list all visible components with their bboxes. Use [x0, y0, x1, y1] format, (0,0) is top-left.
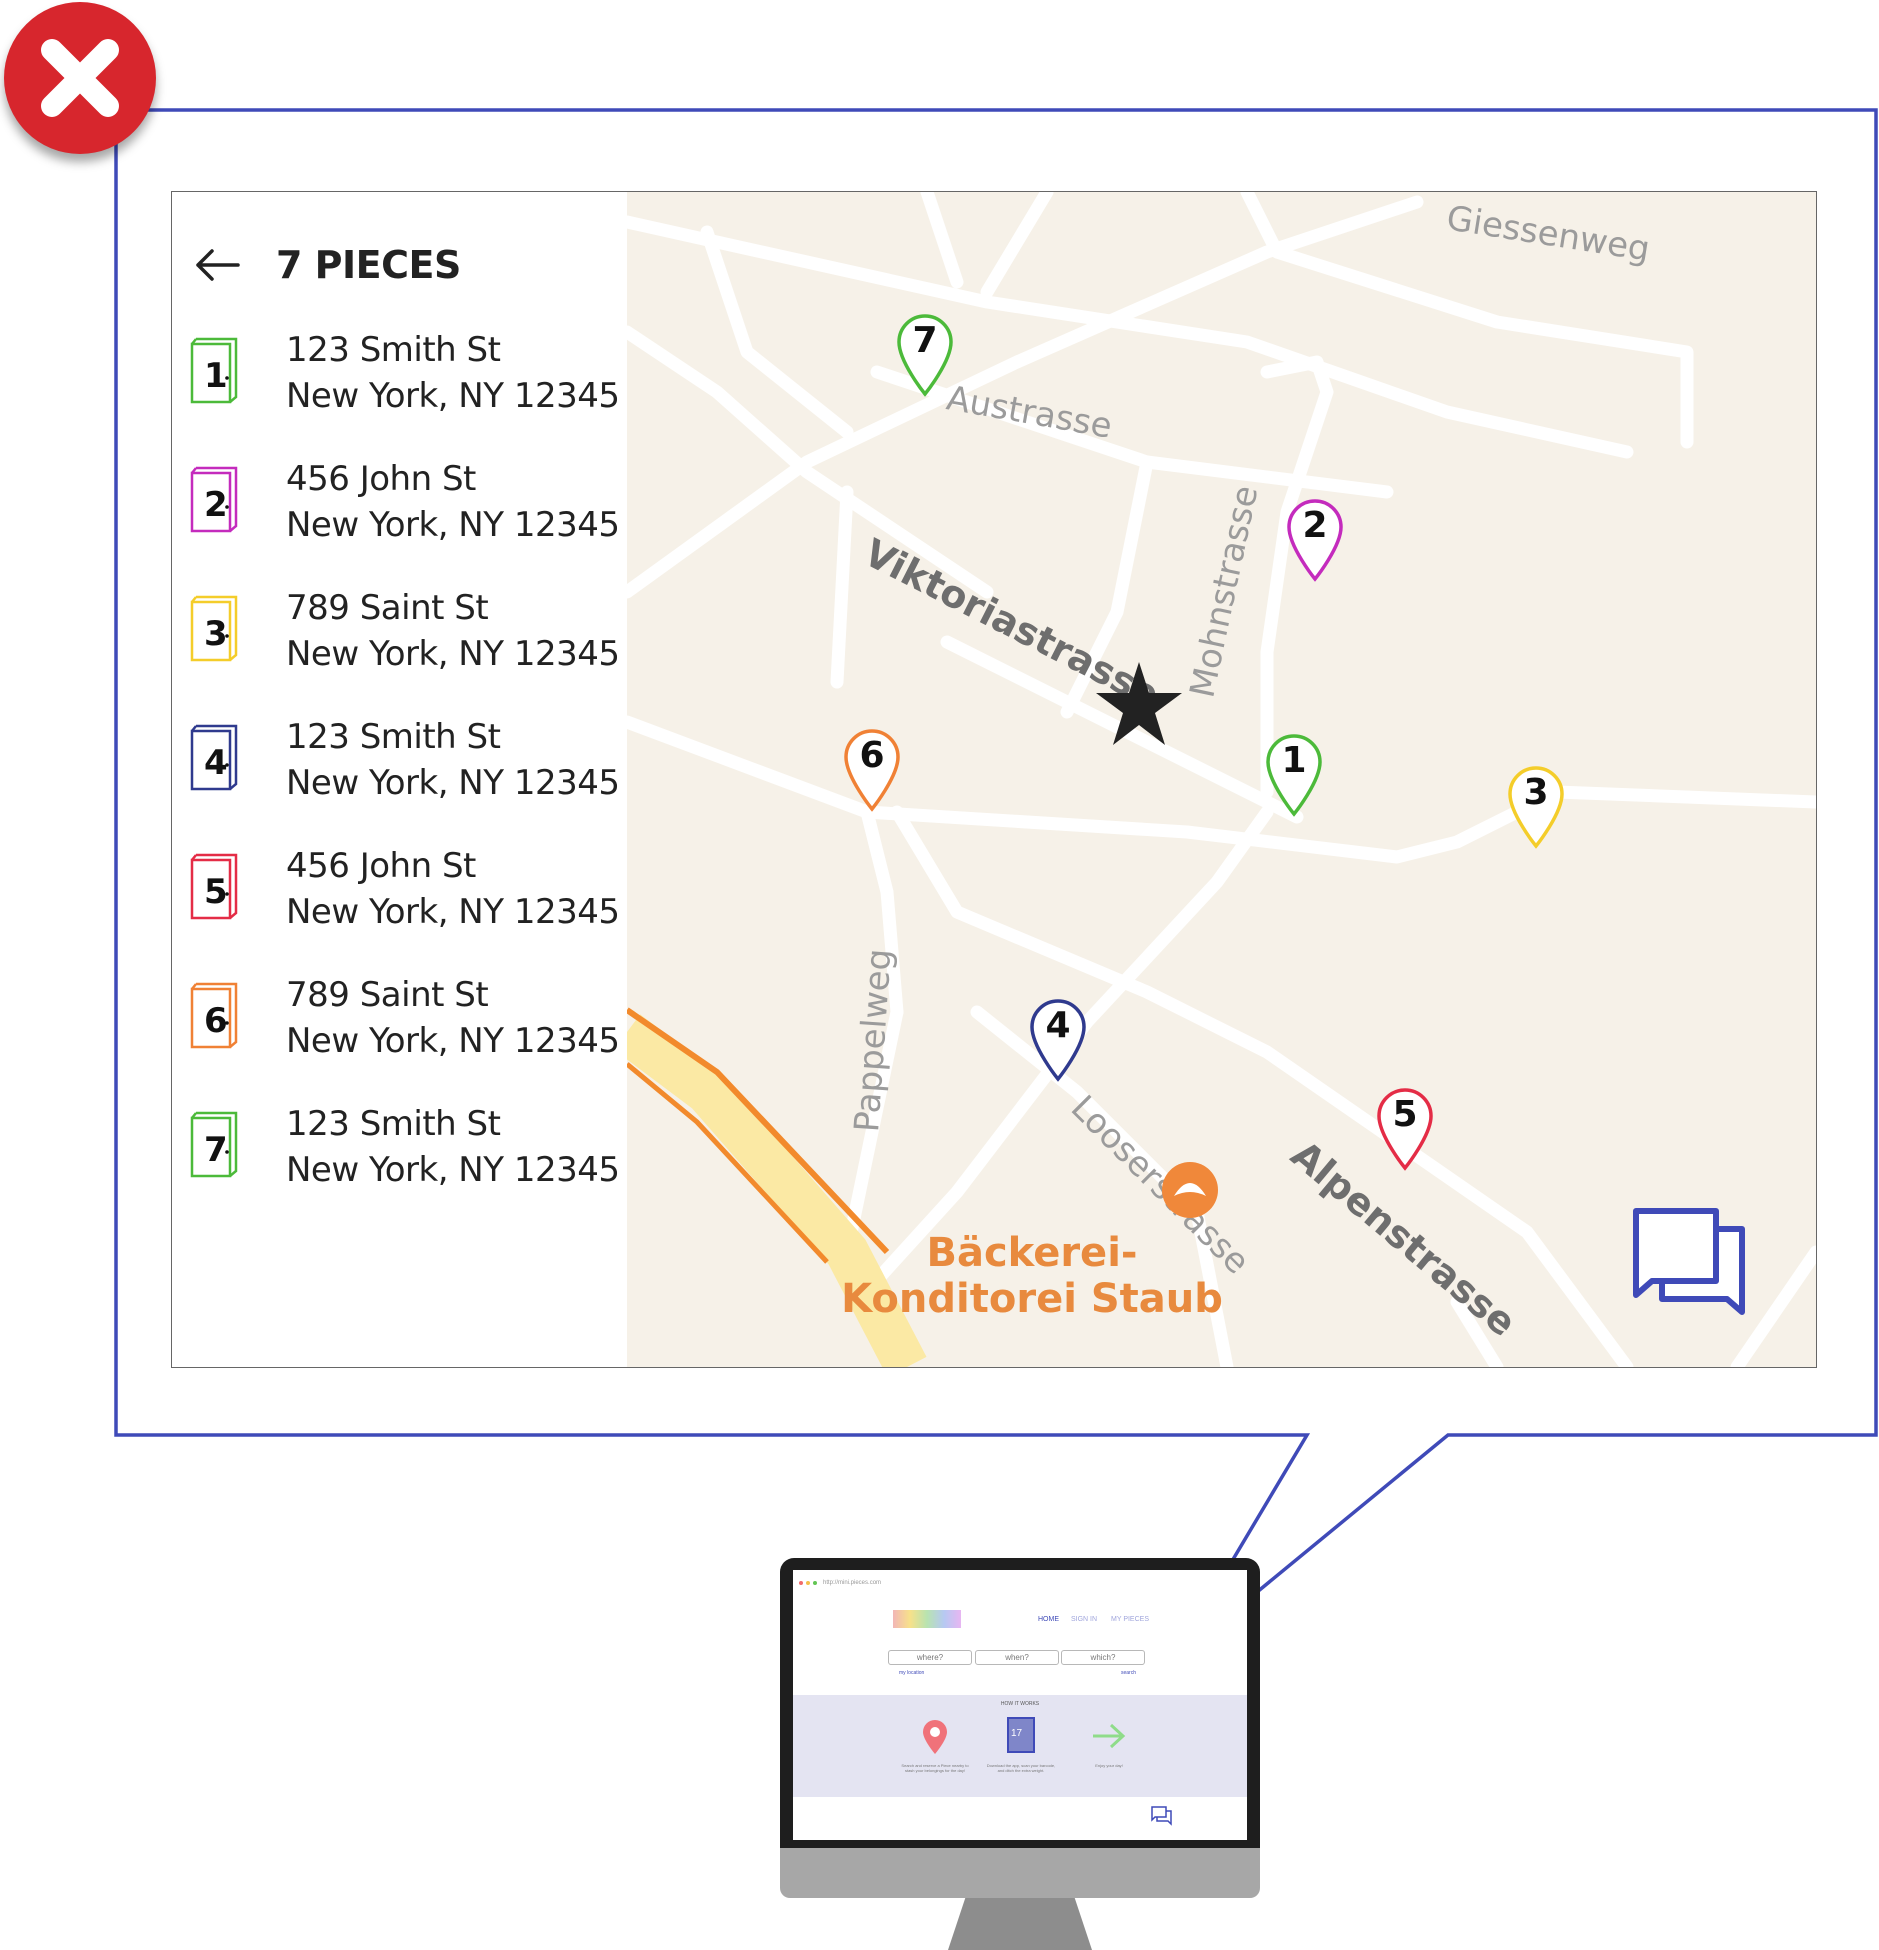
croissant-icon[interactable] — [1162, 1162, 1218, 1218]
error-x-icon — [41, 39, 119, 117]
mini-nav-sign-in: SIGN IN — [1071, 1616, 1098, 1623]
arrow-left-icon[interactable] — [192, 247, 242, 283]
locker-number: 1 — [204, 356, 228, 396]
mini-my-location: my location — [899, 1670, 925, 1676]
map-pin-7[interactable]: 7 — [896, 312, 954, 398]
locker-number: 6 — [204, 1001, 228, 1041]
locker-label: 17 — [1011, 1728, 1023, 1739]
piece-street: 456 John St — [286, 846, 476, 886]
mini-nav-home: HOME — [1038, 1616, 1059, 1623]
list-item[interactable]: 4 123 Smith St New York, NY 12345 — [190, 714, 620, 843]
error-badge — [4, 2, 156, 154]
locker-outline: 5 — [190, 853, 238, 920]
piece-city: New York, NY 12345 — [286, 1150, 620, 1190]
map-pin-2[interactable]: 2 — [1286, 497, 1344, 583]
locker-number: 2 — [204, 485, 228, 525]
pieces-sidebar: 7 PIECES 1 123 Smith St New York, NY 123… — [172, 192, 627, 1367]
how-it-works-title: HOW IT WORKS — [1000, 1701, 1040, 1707]
map-roads — [627, 192, 1816, 1367]
piece-street: 789 Saint St — [286, 588, 489, 628]
star-icon — [1095, 662, 1183, 746]
poi-bakery-label[interactable]: Bäckerei- Konditorei Staub — [832, 1230, 1232, 1322]
desktop-monitor: http://mini.pieces.com HOME SIGN IN MY P… — [780, 1558, 1260, 1950]
chat-bubbles-icon — [1151, 1806, 1172, 1826]
step-3-text: Enjoy your day! — [1095, 1763, 1123, 1768]
piece-city: New York, NY 12345 — [286, 892, 620, 932]
list-item[interactable]: 2 456 John St New York, NY 12345 — [190, 456, 620, 585]
locker-icon: 4 — [190, 722, 240, 792]
mini-nav-my-pieces: MY PIECES — [1111, 1616, 1149, 1623]
pieces-list: 1 123 Smith St New York, NY 12345 2 456 … — [190, 327, 620, 1230]
page-title: 7 PIECES — [276, 243, 461, 287]
piece-street: 123 Smith St — [286, 330, 501, 370]
locker-number: 3 — [204, 614, 228, 654]
locker-icon: 2 — [190, 464, 240, 534]
mini-url: http://mini.pieces.com — [823, 1580, 882, 1586]
locker-outline: 7 — [190, 1111, 238, 1178]
list-item[interactable]: 6 789 Saint St New York, NY 12345 — [190, 972, 620, 1101]
list-item[interactable]: 5 456 John St New York, NY 12345 — [190, 843, 620, 972]
map-panel: 7 PIECES 1 123 Smith St New York, NY 123… — [171, 191, 1817, 1368]
map-view[interactable]: Giessenweg Austrasse Viktoriastrasse Moh… — [627, 192, 1816, 1367]
piece-city: New York, NY 12345 — [286, 1021, 620, 1061]
list-item[interactable]: 3 789 Saint St New York, NY 12345 — [190, 585, 620, 714]
arrow-right-icon — [1093, 1723, 1126, 1749]
locker-icon: 6 — [190, 980, 240, 1050]
map-pin-5[interactable]: 5 — [1376, 1086, 1434, 1172]
locker-icon: 5 — [190, 851, 240, 921]
locker-outline: 2 — [190, 466, 238, 533]
list-item[interactable]: 7 123 Smith St New York, NY 12345 — [190, 1101, 620, 1230]
step-2-text: Download the app, scan your barcode, and… — [986, 1763, 1056, 1773]
window-maximize-dot — [813, 1581, 817, 1585]
window-minimize-dot — [806, 1581, 810, 1585]
map-pin-1[interactable]: 1 — [1265, 732, 1323, 818]
piece-street: 123 Smith St — [286, 717, 501, 757]
mini-where-field: where? — [888, 1650, 972, 1665]
piece-street: 456 John St — [286, 459, 476, 499]
map-pin-3[interactable]: 3 — [1507, 764, 1565, 850]
locker-icon: 1 — [190, 335, 240, 405]
piece-city: New York, NY 12345 — [286, 634, 620, 674]
locker-outline: 3 — [190, 595, 238, 662]
map-pin-4[interactable]: 4 — [1029, 997, 1087, 1083]
piece-city: New York, NY 12345 — [286, 763, 620, 803]
piece-city: New York, NY 12345 — [286, 505, 620, 545]
locker-outline: 1 — [190, 337, 238, 404]
piece-street: 789 Saint St — [286, 975, 489, 1015]
locker-outline: 6 — [190, 982, 238, 1049]
monitor-stand — [948, 1898, 1092, 1950]
step-1-text: Search and reserve a Piece nearby to sta… — [901, 1763, 969, 1773]
piece-street: 123 Smith St — [286, 1104, 501, 1144]
locker-outline: 4 — [190, 724, 238, 791]
locker-number: 7 — [204, 1130, 228, 1170]
mini-which-field: which? — [1061, 1650, 1145, 1665]
map-pin-icon — [923, 1720, 947, 1754]
piece-city: New York, NY 12345 — [286, 376, 620, 416]
map-pin-6[interactable]: 6 — [843, 727, 901, 813]
chat-bubbles-icon[interactable] — [1632, 1207, 1747, 1322]
site-logo — [893, 1610, 961, 1628]
locker-number: 5 — [204, 872, 228, 912]
mini-search-link: search — [1121, 1670, 1137, 1676]
window-close-dot — [799, 1581, 803, 1585]
locker-icon: 7 — [190, 1109, 240, 1179]
sidebar-header: 7 PIECES — [192, 240, 461, 290]
monitor-screen: http://mini.pieces.com HOME SIGN IN MY P… — [793, 1570, 1247, 1840]
mini-when-field: when? — [975, 1650, 1059, 1665]
list-item[interactable]: 1 123 Smith St New York, NY 12345 — [190, 327, 620, 456]
locker-number: 4 — [204, 743, 228, 783]
locker-icon: 3 — [190, 593, 240, 663]
